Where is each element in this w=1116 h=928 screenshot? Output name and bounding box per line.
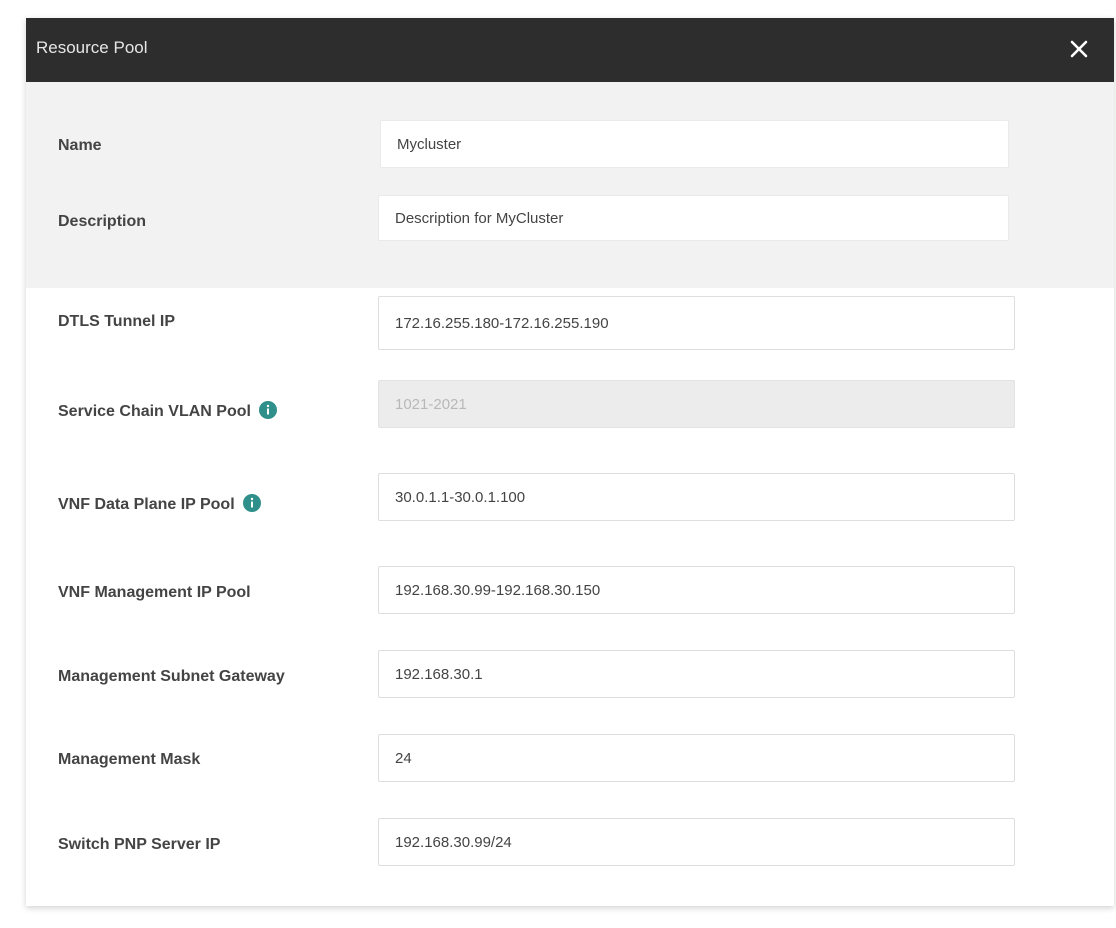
management-subnet-gateway-input[interactable]: 192.168.30.1 xyxy=(378,650,1015,698)
dialog-titlebar: Resource Pool xyxy=(26,18,1114,82)
info-icon[interactable] xyxy=(242,494,261,512)
service-chain-vlan-pool-label: Service Chain VLAN Pool xyxy=(58,401,277,421)
switch-pnp-server-ip-input[interactable]: 192.168.30.99/24 xyxy=(378,818,1015,866)
name-label: Name xyxy=(58,137,102,154)
service-chain-vlan-pool-input: 1021-2021 xyxy=(378,380,1015,428)
dtls-tunnel-ip-input[interactable]: 172.16.255.180-172.16.255.190 xyxy=(378,296,1015,350)
general-section: Name Mycluster Description Description f… xyxy=(26,82,1114,288)
dialog-title: Resource Pool xyxy=(36,38,148,57)
management-subnet-gateway-label: Management Subnet Gateway xyxy=(58,668,285,685)
vnf-management-ip-pool-label: VNF Management IP Pool xyxy=(58,584,251,601)
resource-pool-dialog: Resource Pool Name Mycluster Description… xyxy=(26,18,1114,906)
management-mask-input[interactable]: 24 xyxy=(378,734,1015,782)
info-icon[interactable] xyxy=(258,401,277,419)
description-label: Description xyxy=(58,213,147,230)
vnf-management-ip-pool-input[interactable]: 192.168.30.99-192.168.30.150 xyxy=(378,566,1015,614)
vnf-data-plane-ip-pool-input[interactable]: 30.0.1.1-30.0.1.100 xyxy=(378,473,1015,521)
switch-pnp-server-ip-label: Switch PNP Server IP xyxy=(58,836,221,853)
vnf-data-plane-ip-pool-label-text: VNF Data Plane IP Pool xyxy=(58,496,235,513)
close-icon[interactable] xyxy=(1066,36,1092,62)
name-input[interactable]: Mycluster xyxy=(380,120,1009,168)
service-chain-vlan-pool-label-text: Service Chain VLAN Pool xyxy=(58,403,251,420)
dtls-tunnel-ip-label: DTLS Tunnel IP xyxy=(58,313,176,330)
description-input[interactable]: Description for MyCluster xyxy=(378,195,1009,241)
management-mask-label: Management Mask xyxy=(58,751,201,768)
vnf-data-plane-ip-pool-label: VNF Data Plane IP Pool xyxy=(58,494,261,514)
